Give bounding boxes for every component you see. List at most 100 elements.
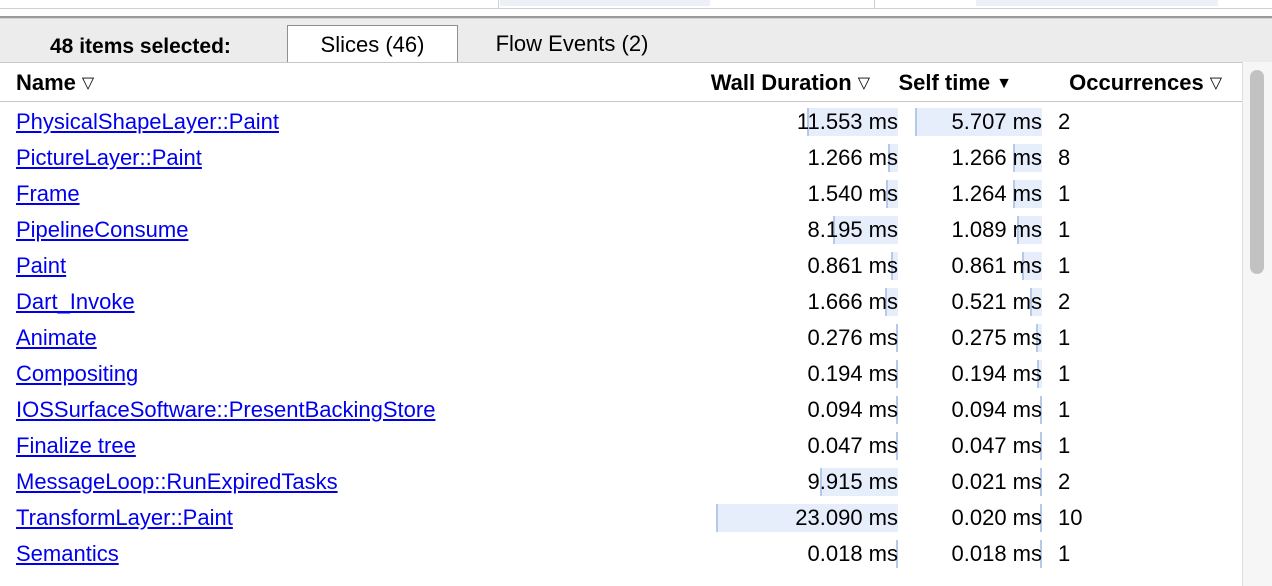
- table-row: Semantics 0.018 ms 0.018 ms 1: [0, 536, 1242, 572]
- sort-triangle-outline-icon: ▽: [857, 75, 870, 92]
- sort-triangle-outline-icon: ▽: [81, 75, 95, 92]
- wall-duration-cell: 8.195 ms: [716, 212, 898, 248]
- tab-slices[interactable]: Slices (46): [287, 25, 458, 62]
- self-time-cell: 0.094 ms: [908, 392, 1042, 428]
- occurrences-value: 10: [1058, 505, 1083, 530]
- table-header: Name ▽ Wall Duration ▽ Self time ▼ Occurren…: [0, 62, 1242, 102]
- wall-duration-cell: 0.276 ms: [716, 320, 898, 356]
- wall-duration-cell: 0.094 ms: [716, 392, 898, 428]
- self-time-cell: 0.020 ms: [908, 500, 1042, 536]
- self-time-cell: 0.521 ms: [908, 284, 1042, 320]
- occurrences-value: 8: [1058, 145, 1071, 170]
- column-header-self-time[interactable]: Self time ▼: [898, 63, 1012, 103]
- wall-duration-cell: 9.915 ms: [716, 464, 898, 500]
- wall-duration-value: 1.266 ms: [807, 145, 899, 170]
- wall-duration-value: 11.553 ms: [796, 109, 898, 134]
- wall-duration-value: 8.195 ms: [807, 217, 899, 242]
- self-time-value: 0.275 ms: [951, 325, 1043, 350]
- self-time-value: 0.094 ms: [951, 397, 1043, 422]
- table-row: TransformLayer::Paint 23.090 ms 0.020 ms 10: [0, 500, 1242, 536]
- tab-bar: 48 items selected: Slices (46) Flow Even…: [0, 18, 1272, 63]
- self-time-value: 0.521 ms: [951, 289, 1043, 314]
- wall-duration-value: 0.047 ms: [807, 433, 899, 458]
- column-header-name-label: Name: [16, 70, 76, 95]
- analysis-panel: 48 items selected: Slices (46) Flow Even…: [0, 0, 1272, 586]
- slice-name-link[interactable]: PipelineConsume: [16, 212, 188, 248]
- self-time-value: 0.861 ms: [951, 253, 1043, 278]
- vertical-scrollbar[interactable]: [1242, 62, 1272, 586]
- self-time-cell: 1.266 ms: [908, 140, 1042, 176]
- slice-name-link[interactable]: Paint: [16, 248, 66, 284]
- occurrences-value: 1: [1058, 217, 1071, 242]
- occurrences-value: 2: [1058, 469, 1071, 494]
- slice-name-link[interactable]: Finalize tree: [16, 428, 136, 464]
- occurrences-value: 1: [1058, 253, 1071, 278]
- strip-segment: [500, 0, 710, 6]
- table-row: Dart_Invoke 1.666 ms 0.521 ms 2: [0, 284, 1242, 320]
- self-time-value: 0.194 ms: [951, 361, 1043, 386]
- wall-duration-cell: 0.018 ms: [716, 536, 898, 572]
- self-time-value: 1.089 ms: [951, 217, 1043, 242]
- slice-name-link[interactable]: IOSSurfaceSoftware::PresentBackingStore: [16, 392, 435, 428]
- self-time-value: 0.021 ms: [951, 469, 1043, 494]
- wall-duration-value: 1.540 ms: [807, 181, 899, 206]
- self-time-value: 1.264 ms: [951, 181, 1043, 206]
- wall-duration-cell: 1.266 ms: [716, 140, 898, 176]
- slice-name-link[interactable]: TransformLayer::Paint: [16, 500, 233, 536]
- table-row: PhysicalShapeLayer::Paint 11.553 ms 5.707 …: [0, 104, 1242, 140]
- table-row: Finalize tree 0.047 ms 0.047 ms 1: [0, 428, 1242, 464]
- top-strip: [0, 0, 1272, 9]
- self-time-cell: 0.275 ms: [908, 320, 1042, 356]
- self-time-cell: 5.707 ms: [908, 104, 1042, 140]
- self-time-value: 1.266 ms: [951, 145, 1043, 170]
- occurrences-value: 2: [1058, 109, 1071, 134]
- table-row: PipelineConsume 8.195 ms 1.089 ms 1: [0, 212, 1242, 248]
- wall-duration-cell: 23.090 ms: [716, 500, 898, 536]
- table-row: PictureLayer::Paint 1.266 ms 1.266 ms 8: [0, 140, 1242, 176]
- slice-name-link[interactable]: PhysicalShapeLayer::Paint: [16, 104, 279, 140]
- strip-divider: [498, 0, 499, 8]
- self-time-cell: 0.021 ms: [908, 464, 1042, 500]
- column-header-occurrences[interactable]: Occurrences ▽: [1069, 63, 1222, 103]
- wall-duration-cell: 0.047 ms: [716, 428, 898, 464]
- sort-triangle-outline-icon: ▽: [1209, 75, 1222, 92]
- slice-name-link[interactable]: MessageLoop::RunExpiredTasks: [16, 464, 338, 500]
- column-header-wall-duration[interactable]: Wall Duration ▽: [711, 63, 870, 103]
- self-time-cell: 0.861 ms: [908, 248, 1042, 284]
- table-row: MessageLoop::RunExpiredTasks 9.915 ms 0.02…: [0, 464, 1242, 500]
- wall-duration-value: 0.194 ms: [807, 361, 899, 386]
- slice-name-link[interactable]: Animate: [16, 320, 97, 356]
- self-time-cell: 1.264 ms: [908, 176, 1042, 212]
- slice-name-link[interactable]: Dart_Invoke: [16, 284, 135, 320]
- column-header-wall-label: Wall Duration: [710, 70, 852, 95]
- occurrences-value: 1: [1058, 433, 1071, 458]
- self-time-cell: 0.194 ms: [908, 356, 1042, 392]
- slice-name-link[interactable]: PictureLayer::Paint: [16, 140, 202, 176]
- sort-triangle-filled-icon: ▼: [996, 75, 1012, 92]
- table-row: Compositing 0.194 ms 0.194 ms 1: [0, 356, 1242, 392]
- wall-duration-value: 9.915 ms: [807, 469, 899, 494]
- self-time-value: 0.018 ms: [951, 541, 1043, 566]
- slice-name-link[interactable]: Frame: [16, 176, 80, 212]
- occurrences-value: 1: [1058, 361, 1071, 386]
- self-time-value: 0.047 ms: [951, 433, 1043, 458]
- wall-duration-cell: 0.194 ms: [716, 356, 898, 392]
- wall-duration-value: 0.094 ms: [807, 397, 899, 422]
- table-row: IOSSurfaceSoftware::PresentBackingStore 0…: [0, 392, 1242, 428]
- wall-duration-cell: 1.540 ms: [716, 176, 898, 212]
- scrollbar-thumb[interactable]: [1250, 70, 1264, 274]
- occurrences-value: 1: [1058, 397, 1071, 422]
- wall-duration-value: 1.666 ms: [807, 289, 899, 314]
- occurrences-value: 1: [1058, 325, 1071, 350]
- tab-flow-events[interactable]: Flow Events (2): [472, 25, 672, 62]
- slice-name-link[interactable]: Compositing: [16, 356, 138, 392]
- self-time-cell: 0.047 ms: [908, 428, 1042, 464]
- strip-divider: [874, 0, 875, 8]
- slice-name-link[interactable]: Semantics: [16, 536, 119, 572]
- self-time-value: 5.707 ms: [951, 109, 1043, 134]
- column-header-name[interactable]: Name ▽: [16, 63, 94, 103]
- wall-duration-cell: 0.861 ms: [716, 248, 898, 284]
- occurrences-value: 1: [1058, 181, 1071, 206]
- table-row: Frame 1.540 ms 1.264 ms 1: [0, 176, 1242, 212]
- wall-duration-value: 0.276 ms: [807, 325, 899, 350]
